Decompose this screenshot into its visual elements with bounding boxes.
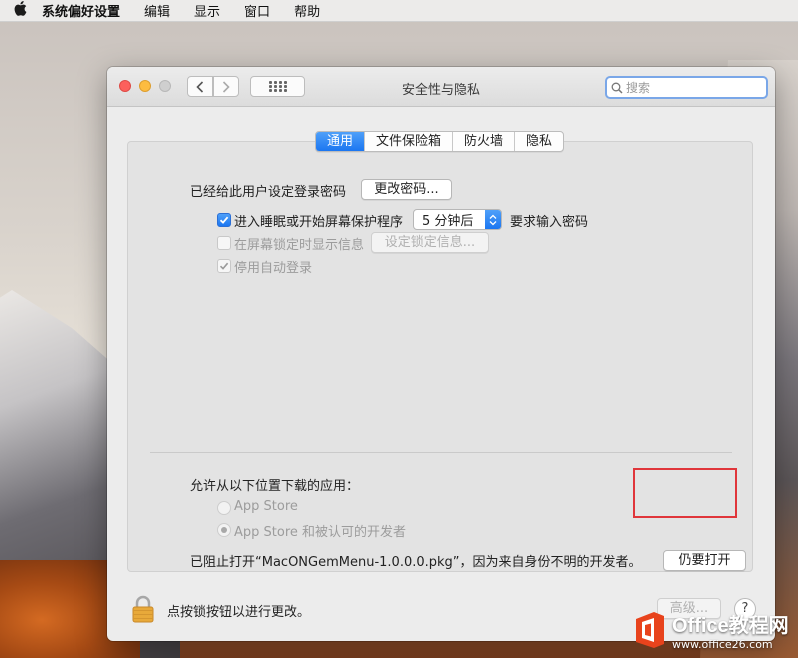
watermark: Office教程网 www.office26.com — [632, 602, 798, 658]
menu-app-name[interactable]: 系统偏好设置 — [40, 1, 132, 20]
password-delay-select[interactable]: 5 分钟后 — [413, 209, 502, 230]
search-field[interactable] — [605, 76, 768, 99]
checkmark-icon — [219, 216, 229, 224]
lock-message-label: 在屏幕锁定时显示信息 — [234, 238, 365, 253]
require-password-checkbox[interactable] — [217, 213, 231, 227]
tab-bar: 通用 文件保险箱 防火墙 隐私 — [315, 131, 565, 152]
updown-arrows-icon — [485, 210, 501, 229]
tab-general[interactable]: 通用 — [316, 132, 366, 151]
allow-apps-label: 允许从以下位置下载的应用： — [190, 479, 360, 494]
require-password-label: 进入睡眠或开始屏幕保护程序 — [234, 215, 404, 230]
change-password-button[interactable]: 更改密码... — [361, 179, 452, 200]
menu-bar: 系统偏好设置 编辑 显示 窗口 帮助 — [0, 0, 798, 22]
radio-identified-developers[interactable] — [217, 523, 231, 537]
open-anyway-button[interactable]: 仍要打开 — [663, 550, 746, 571]
office-logo-icon — [636, 612, 664, 648]
tab-firewall[interactable]: 防火墙 — [453, 132, 516, 151]
search-input[interactable] — [626, 80, 756, 95]
require-password-suffix: 要求输入密码 — [510, 215, 589, 230]
menu-edit[interactable]: 编辑 — [132, 1, 182, 20]
lock-icon[interactable] — [131, 595, 155, 627]
apple-menu-icon[interactable] — [0, 1, 40, 20]
menu-help[interactable]: 帮助 — [282, 1, 332, 20]
watermark-url: www.office26.com — [672, 638, 773, 651]
tab-privacy[interactable]: 隐私 — [515, 132, 563, 151]
lock-hint-text: 点按锁按钮以进行更改。 — [167, 605, 311, 620]
security-privacy-window: 安全性与隐私 通用 文件保险箱 防火墙 隐私 已经给此用户设定登录密码 更改密码… — [107, 67, 775, 641]
tab-filevault[interactable]: 文件保险箱 — [365, 132, 454, 151]
radio-app-store-label: App Store — [234, 499, 298, 514]
title-bar: 安全性与隐私 — [107, 67, 775, 107]
menu-window[interactable]: 窗口 — [232, 1, 282, 20]
menu-view[interactable]: 显示 — [182, 1, 232, 20]
password-delay-value: 5 分钟后 — [422, 214, 474, 229]
section-divider — [150, 452, 732, 453]
checkmark-icon — [219, 262, 229, 270]
watermark-title: Office教程网 — [672, 615, 789, 637]
radio-app-store[interactable] — [217, 501, 231, 515]
disable-auto-login-label: 停用自动登录 — [234, 261, 313, 276]
annotation-highlight-box — [633, 468, 737, 518]
radio-identified-developers-label: App Store 和被认可的开发者 — [234, 525, 407, 540]
disable-auto-login-checkbox[interactable] — [217, 259, 231, 273]
lock-message-checkbox[interactable] — [217, 236, 231, 250]
password-set-label: 已经给此用户设定登录密码 — [190, 185, 347, 200]
set-lock-message-button[interactable]: 设定锁定信息... — [371, 232, 489, 253]
blocked-app-message: 已阻止打开“MacONGemMenu-1.0.0.0.pkg”，因为来自身份不明… — [190, 555, 642, 570]
search-icon — [611, 82, 623, 94]
